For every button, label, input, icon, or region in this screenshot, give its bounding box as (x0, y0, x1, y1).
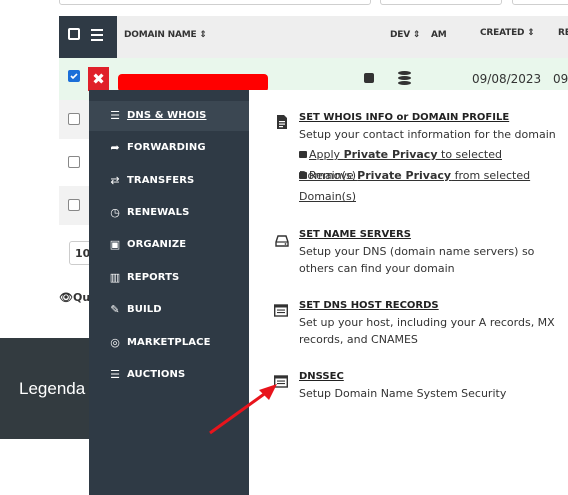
remove-privacy-pre: Remove (309, 169, 358, 182)
database-icon (398, 71, 411, 87)
row-checkbox[interactable] (68, 156, 80, 168)
quick-view-label: Qu (72, 291, 91, 304)
sidebar-item-build[interactable]: ✎ BUILD (89, 295, 249, 325)
remove-privacy-bold: Private Privacy (357, 169, 452, 182)
host-records-description: Set up your host, including your A recor… (299, 316, 555, 346)
sidebar-item-label: RENEWALS (127, 207, 190, 218)
wrench-icon: ✎ (110, 303, 120, 316)
legend-panel: Legenda (0, 338, 100, 439)
sidebar-item-transfers[interactable]: ⇄ TRANSFERS (89, 166, 249, 196)
menu-icon[interactable] (91, 29, 103, 44)
header-select-area (59, 16, 117, 58)
header-am[interactable]: AM (431, 30, 447, 40)
row-checkbox[interactable] (68, 113, 80, 125)
created-date: 09/08/2023 (472, 72, 542, 86)
sidebar-item-reports[interactable]: ▥ REPORTS (89, 263, 249, 293)
briefcase-icon: ▣ (109, 238, 121, 251)
annotation-arrow (209, 384, 277, 435)
sidebar-item-label: MARKETPLACE (127, 337, 211, 348)
sidebar-item-dns-whois[interactable]: ☰ DNS & WHOIS (89, 101, 249, 131)
name-servers-description: Setup your DNS (domain name servers) so … (299, 245, 535, 275)
filter-select-2[interactable] (512, 0, 568, 5)
set-dns-host-records-link[interactable]: SET DNS HOST RECORDS (299, 300, 439, 311)
sidebar-item-label: DNS & WHOIS (127, 110, 207, 121)
set-whois-link[interactable]: SET WHOIS INFO or DOMAIN PROFILE (299, 112, 509, 123)
sidebar-item-label: ORGANIZE (127, 239, 187, 250)
sidebar-item-label: BUILD (127, 304, 162, 315)
dnssec-link[interactable]: DNSSEC (299, 371, 344, 382)
row-checkbox[interactable] (68, 199, 80, 211)
select-all-checkbox[interactable] (68, 28, 80, 40)
header-re[interactable]: RE (558, 28, 568, 38)
sidebar-item-label: REPORTS (127, 272, 180, 283)
row-checkbox-checked[interactable] (68, 70, 80, 82)
apply-privacy-pre: Apply (309, 148, 344, 161)
remove-privacy-link[interactable]: Remove Private Privacy from selected Dom… (299, 165, 561, 207)
search-input[interactable] (59, 0, 371, 5)
quick-view-link[interactable]: 👁Qu (59, 291, 90, 304)
sidebar-item-organize[interactable]: ▣ ORGANIZE (89, 230, 249, 260)
lock-icon (299, 151, 307, 158)
sidebar-item-label: TRANSFERS (127, 175, 195, 186)
sidebar-item-marketplace[interactable]: ◎ MARKETPLACE (89, 328, 249, 358)
list-icon: ☰ (110, 368, 120, 381)
header-dev[interactable]: DEV ⇕ (390, 30, 420, 40)
next-date: 09 (553, 72, 568, 86)
dnssec-description: Setup Domain Name System Security (299, 387, 507, 400)
sidebar-item-label: AUCTIONS (127, 369, 186, 380)
bar-chart-icon: ▥ (109, 271, 121, 284)
exchange-icon: ⇄ (110, 174, 120, 187)
sidebar-item-forwarding[interactable]: ➦ FORWARDING (89, 133, 249, 163)
header-created[interactable]: CREATED ⇕ (480, 28, 535, 38)
share-icon: ➦ (110, 141, 120, 154)
sidebar-item-renewals[interactable]: ◷ RENEWALS (89, 198, 249, 228)
hard-drive-icon (275, 235, 289, 247)
sidebar-item-label: FORWARDING (127, 142, 206, 153)
whois-description: Setup your contact information for the d… (299, 128, 556, 141)
external-link-icon[interactable] (364, 73, 374, 83)
document-icon (277, 115, 287, 129)
eye-icon: 👁 (59, 291, 73, 304)
legend-label: Legenda (19, 379, 86, 398)
close-icon[interactable]: ✖ (88, 67, 109, 91)
list-box-icon (274, 304, 288, 317)
apply-privacy-bold: Private Privacy (343, 148, 438, 161)
list-icon: ☰ (110, 109, 120, 122)
lock-icon (299, 172, 307, 179)
clock-icon: ◷ (110, 206, 120, 219)
header-domain-name[interactable]: DOMAIN NAME ⇕ (124, 30, 207, 40)
filter-select[interactable] (380, 0, 502, 5)
set-name-servers-link[interactable]: SET NAME SERVERS (299, 229, 411, 240)
target-icon: ◎ (110, 336, 120, 349)
